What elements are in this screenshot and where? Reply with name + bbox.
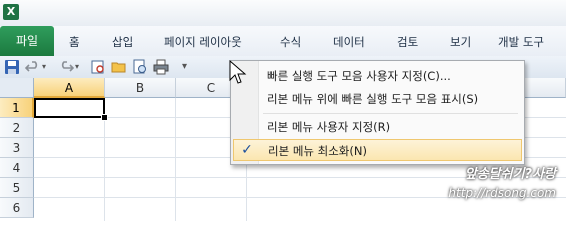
row-header-3[interactable]: 3: [0, 138, 34, 158]
menu-item-show-qat-above[interactable]: 리본 메뉴 위에 빠른 실행 도구 모음 표시(S): [259, 88, 523, 110]
fill-handle[interactable]: [101, 114, 108, 121]
tab-insert[interactable]: 삽입: [112, 32, 133, 52]
redo-icon[interactable]: [58, 59, 74, 75]
row-header-4[interactable]: 4: [0, 158, 34, 178]
undo-icon[interactable]: [25, 59, 41, 75]
row-header-5[interactable]: 5: [0, 178, 34, 198]
row-header-2[interactable]: 2: [0, 118, 34, 138]
menu-item-customize-qat[interactable]: 빠른 실행 도구 모음 사용자 지정(C)...: [259, 65, 523, 87]
tab-formulas[interactable]: 수식: [280, 32, 301, 52]
save-icon[interactable]: [4, 59, 20, 75]
active-cell-a1[interactable]: [34, 98, 105, 118]
qat-context-menu: 빠른 실행 도구 모음 사용자 지정(C)... 리본 메뉴 위에 빠른 실행 …: [230, 60, 525, 165]
row-header-6[interactable]: 6: [0, 198, 34, 218]
column-header-a[interactable]: A: [34, 78, 105, 98]
redo-dropdown-icon[interactable]: ▾: [75, 59, 83, 75]
mouse-pointer-icon: [229, 60, 247, 84]
title-bar: X: [0, 0, 566, 26]
preview-icon[interactable]: [132, 59, 148, 75]
gridline: [175, 98, 176, 221]
excel-app-icon[interactable]: X: [3, 4, 19, 20]
tab-view[interactable]: 보기: [450, 32, 471, 52]
tab-home[interactable]: 홈: [69, 32, 80, 52]
menu-item-label: 리본 메뉴 위에 빠른 실행 도구 모음 표시(S): [267, 92, 479, 106]
tab-data[interactable]: 데이터: [333, 32, 365, 52]
menu-item-label: 리본 메뉴 최소화(N): [268, 144, 367, 158]
menu-item-label: 리본 메뉴 사용자 지정(R): [267, 120, 391, 134]
tab-file[interactable]: 파일: [0, 26, 54, 56]
menu-separator: [263, 113, 518, 114]
print-preview-icon[interactable]: [90, 59, 106, 75]
checkmark-icon: ✓: [241, 142, 253, 158]
tab-page-layout[interactable]: 페이지 레이아웃: [164, 32, 242, 52]
tab-review[interactable]: 검토: [397, 32, 418, 52]
open-icon[interactable]: [111, 59, 127, 75]
quick-print-icon[interactable]: [153, 59, 169, 75]
ribbon-tab-bar: 홈 삽입 페이지 레이아웃 수식 데이터 검토 보기 개발 도구: [0, 26, 566, 57]
row-header-1[interactable]: 1: [0, 98, 34, 118]
column-header-b[interactable]: B: [105, 78, 176, 98]
tab-developer[interactable]: 개발 도구: [498, 32, 544, 52]
customize-dropdown-icon[interactable]: ▾: [182, 59, 190, 75]
menu-item-minimize-ribbon[interactable]: ✓ 리본 메뉴 최소화(N): [233, 139, 522, 161]
watermark: 앞송달쉬기?사랑 http://rdsong.com: [448, 163, 556, 200]
watermark-title: 앞송달쉬기?사랑: [464, 167, 556, 182]
undo-dropdown-icon[interactable]: ▾: [42, 59, 50, 75]
select-all-corner[interactable]: [0, 78, 34, 98]
menu-item-label: 빠른 실행 도구 모음 사용자 지정(C)...: [267, 69, 451, 83]
menu-item-customize-ribbon[interactable]: 리본 메뉴 사용자 지정(R): [259, 116, 523, 138]
watermark-url: http://rdsong.com: [448, 186, 556, 200]
